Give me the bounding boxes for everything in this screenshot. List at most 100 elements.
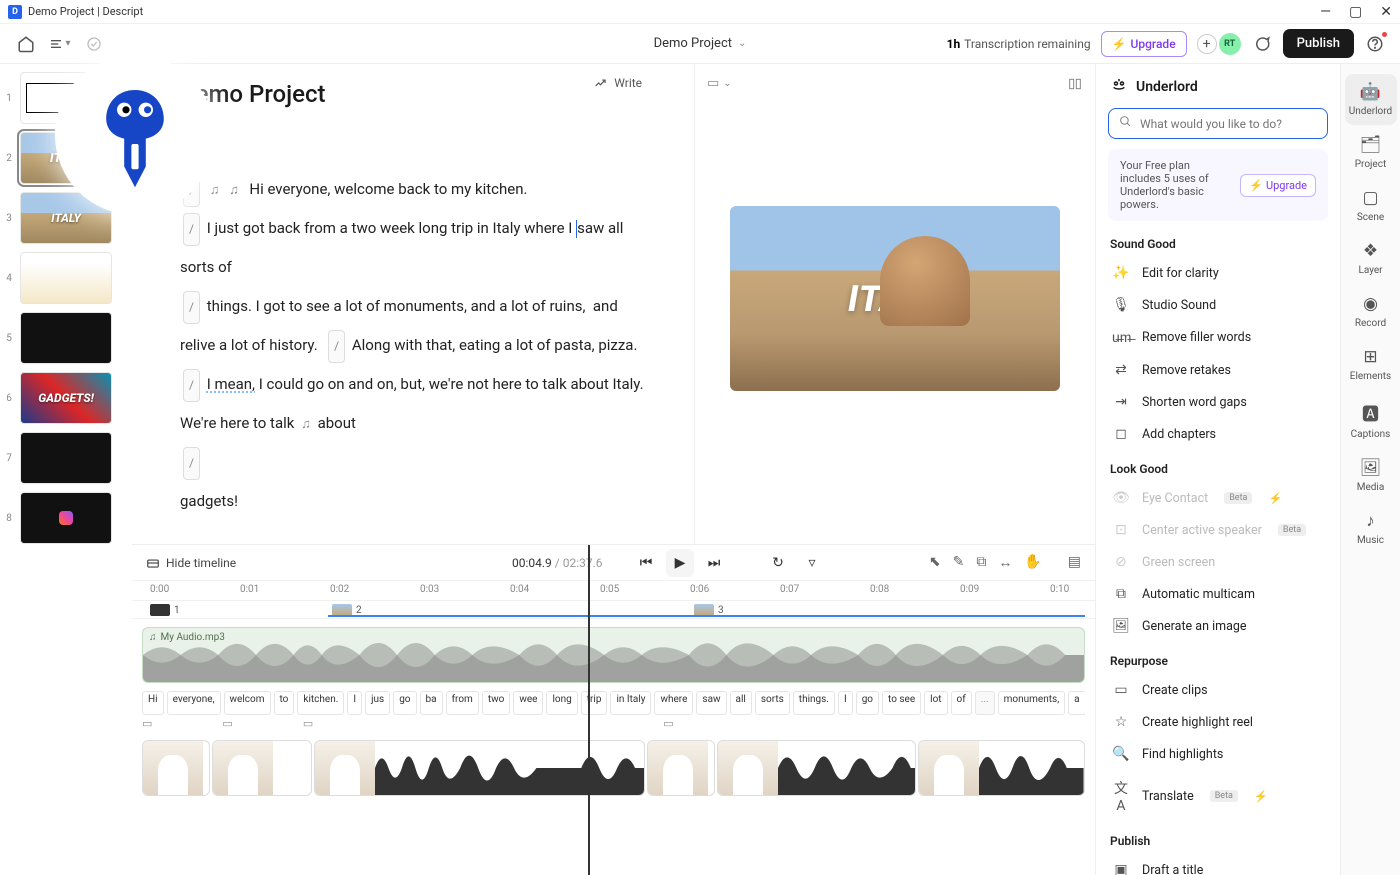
word-chip[interactable]: saw (696, 691, 726, 715)
rail-scene[interactable]: ▢Scene (1345, 180, 1397, 231)
rail-project[interactable]: 🗂Project (1345, 127, 1397, 178)
comments-icon[interactable] (1251, 33, 1273, 55)
blade-tool-icon[interactable]: ✎ (953, 554, 965, 571)
word-chip[interactable]: ba (420, 691, 443, 715)
action-highlight-reel[interactable]: ☆Create highlight reel (1110, 706, 1326, 738)
word-chip[interactable]: I (838, 691, 853, 715)
preview-layout-dropdown[interactable]: ▭ ⌄ (707, 76, 732, 91)
scene-break-icon[interactable]: / (183, 291, 200, 324)
upgrade-button[interactable]: ⚡ Upgrade (1101, 31, 1187, 57)
hand-tool-icon[interactable]: ✋ (1024, 554, 1041, 571)
rail-elements[interactable]: ⊞Elements (1345, 339, 1397, 390)
scene-thumb[interactable]: 7 (4, 432, 128, 484)
scene-thumb[interactable]: 6GADGETS! (4, 372, 128, 424)
composition-title[interactable]: Demo Project (180, 80, 654, 108)
word-chip[interactable]: of (951, 691, 972, 715)
underlord-search[interactable] (1108, 108, 1328, 139)
marker-icon[interactable]: ▭ (142, 717, 152, 731)
menu-icon[interactable]: ▾ (48, 32, 72, 56)
action-remove-retakes[interactable]: ⇄Remove retakes (1110, 354, 1326, 386)
action-create-clips[interactable]: ▭Create clips (1110, 674, 1326, 706)
window-minimize-icon[interactable]: — (1320, 4, 1331, 20)
rail-layer[interactable]: ❖Layer (1345, 233, 1397, 284)
word-chip[interactable]: two (482, 691, 511, 715)
word-chip[interactable]: jus (365, 691, 390, 715)
marker-icon[interactable]: ▭ (303, 717, 313, 731)
selection-tool-icon[interactable]: ⬉ (929, 554, 941, 571)
word-chip[interactable]: sorts (755, 691, 790, 715)
timeline-ruler[interactable]: 0:00 0:01 0:02 0:03 0:04 0:05 0:06 0:07 … (132, 581, 1095, 601)
word-chip[interactable]: where (654, 691, 693, 715)
word-chip[interactable]: a (1068, 691, 1085, 715)
add-collaborator-button[interactable]: + (1197, 34, 1217, 54)
timeline-options-icon[interactable]: ▤ (1068, 554, 1081, 571)
word-chip[interactable]: ... (975, 691, 995, 715)
action-studio-sound[interactable]: 🎙Studio Sound (1110, 289, 1326, 321)
word-chip[interactable]: go (393, 691, 416, 715)
publish-button[interactable]: Publish (1283, 29, 1354, 58)
word-chip[interactable]: go (856, 691, 879, 715)
word-chip[interactable]: lot (924, 691, 947, 715)
word-chip[interactable]: monuments, (998, 691, 1066, 715)
help-icon[interactable] (1364, 33, 1386, 55)
word-chip[interactable]: everyone, (167, 691, 221, 715)
video-track[interactable] (142, 733, 1085, 803)
rail-underlord[interactable]: 🤖Underlord (1345, 74, 1397, 125)
user-avatar[interactable]: RT (1219, 33, 1241, 55)
action-draft-title[interactable]: ▣Draft a title (1110, 854, 1326, 875)
range-tool-icon[interactable]: ↔ (998, 554, 1012, 571)
audio-track[interactable]: ♫My Audio.mp3 (142, 627, 1085, 683)
home-icon[interactable] (14, 32, 38, 56)
action-remove-filler[interactable]: u̶m̶Remove filler words (1110, 321, 1326, 354)
preview-canvas[interactable]: ITALY (730, 206, 1060, 391)
script-editor[interactable]: Demo Project Tiff / ♫ ♫ Hi everyone, wel… (132, 64, 695, 544)
word-chip[interactable]: kitchen. (297, 691, 344, 715)
word-chip[interactable]: long (546, 691, 577, 715)
scene-markers-row[interactable]: 1 2 3 (132, 601, 1095, 619)
word-chip[interactable]: from (446, 691, 479, 715)
rail-record[interactable]: ◉Record (1345, 286, 1397, 337)
underlord-search-input[interactable] (1140, 117, 1317, 131)
project-dropdown[interactable]: Demo Project ⌄ (654, 36, 747, 51)
scene-thumb[interactable]: 8 (4, 492, 128, 544)
speaker-label[interactable]: Tiff (180, 148, 654, 162)
action-edit-clarity[interactable]: ✨Edit for clarity (1110, 257, 1326, 289)
action-find-highlights[interactable]: 🔍Find highlights (1110, 738, 1326, 770)
marker-icon[interactable]: ▭ (663, 717, 673, 731)
link-tool-icon[interactable]: ⧉ (976, 554, 986, 571)
action-translate[interactable]: 文ATranslateBeta⚡ (1110, 770, 1326, 822)
action-multicam[interactable]: ⧉Automatic multicam (1110, 578, 1326, 610)
scene-break-icon[interactable]: / (183, 447, 200, 480)
preview-settings-icon[interactable] (1067, 76, 1083, 96)
rail-music[interactable]: ♪Music (1345, 503, 1397, 554)
action-shorten-gaps[interactable]: ⇥Shorten word gaps (1110, 386, 1326, 418)
action-add-chapters[interactable]: ◻Add chapters (1110, 418, 1326, 450)
skip-back-icon[interactable]: ⏮ (632, 549, 660, 577)
action-generate-image[interactable]: 🖼Generate an image (1110, 610, 1326, 642)
scene-break-icon[interactable]: / (183, 369, 200, 402)
window-close-icon[interactable]: ✕ (1380, 4, 1392, 20)
word-chip[interactable]: things. (793, 691, 835, 715)
word-chip[interactable]: wee (513, 691, 543, 715)
playhead[interactable] (588, 545, 590, 875)
loop-icon[interactable]: ↻ (764, 549, 792, 577)
window-maximize-icon[interactable]: ▢ (1349, 4, 1362, 20)
scene-break-icon[interactable]: / (183, 213, 200, 246)
word-chip[interactable]: to see (882, 691, 921, 715)
promo-upgrade-button[interactable]: ⚡Upgrade (1240, 174, 1316, 197)
skip-forward-icon[interactable]: ⏭ (700, 549, 728, 577)
word-chip[interactable]: trip (581, 691, 608, 715)
scene-thumb[interactable]: 4 (4, 252, 128, 304)
word-chip[interactable]: Hi (142, 691, 164, 715)
scene-thumb[interactable]: 5 (4, 312, 128, 364)
word-chip[interactable]: to (274, 691, 295, 715)
write-mode-button[interactable]: Write (594, 76, 642, 90)
sync-status-icon[interactable] (82, 32, 106, 56)
rail-captions[interactable]: 🅰Captions (1345, 392, 1397, 448)
play-button[interactable]: ▶ (666, 549, 694, 577)
marker-icon[interactable]: ▭ (222, 717, 232, 731)
word-chip[interactable]: in Italy (610, 691, 651, 715)
rail-media[interactable]: 🖼Media (1345, 450, 1397, 501)
scene-break-icon[interactable]: / (328, 330, 345, 363)
word-track[interactable]: Hieveryone,welcomtokitchen.Ijusgobafromt… (142, 691, 1085, 715)
